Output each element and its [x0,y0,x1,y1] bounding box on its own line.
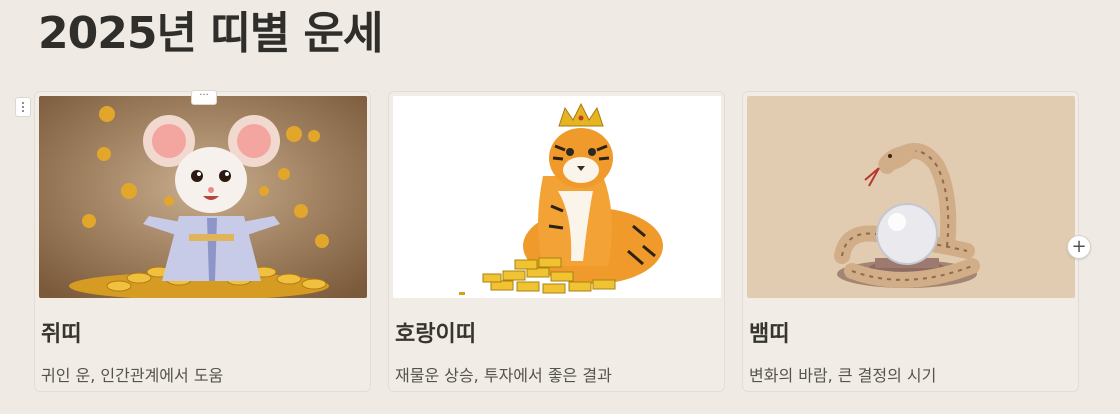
drag-handle-icon[interactable] [15,97,31,117]
rat-image [39,96,367,298]
card-description: 재물운 상승, 투자에서 좋은 결과 [395,366,612,385]
snake-image [747,96,1075,298]
page-title: 2025년 띠별 운세 [38,8,383,59]
gallery-card-snake[interactable]: 뱀띠 변화의 바람, 큰 결정의 시기 [742,91,1079,392]
card-title: 호랑이띠 [395,322,476,347]
add-card-button[interactable]: + [1067,235,1091,259]
card-title: 쥐띠 [41,322,82,347]
tiger-image [393,96,721,298]
card-title: 뱀띠 [749,322,790,347]
card-description: 변화의 바람, 큰 결정의 시기 [749,366,937,385]
gallery-card-tiger[interactable]: 호랑이띠 재물운 상승, 투자에서 좋은 결과 [388,91,725,392]
card-more-options-button[interactable]: ··· [191,90,217,105]
gallery-card-rat[interactable]: 쥐띠 귀인 운, 인간관계에서 도움 [34,91,371,392]
card-description: 귀인 운, 인간관계에서 도움 [41,366,224,385]
